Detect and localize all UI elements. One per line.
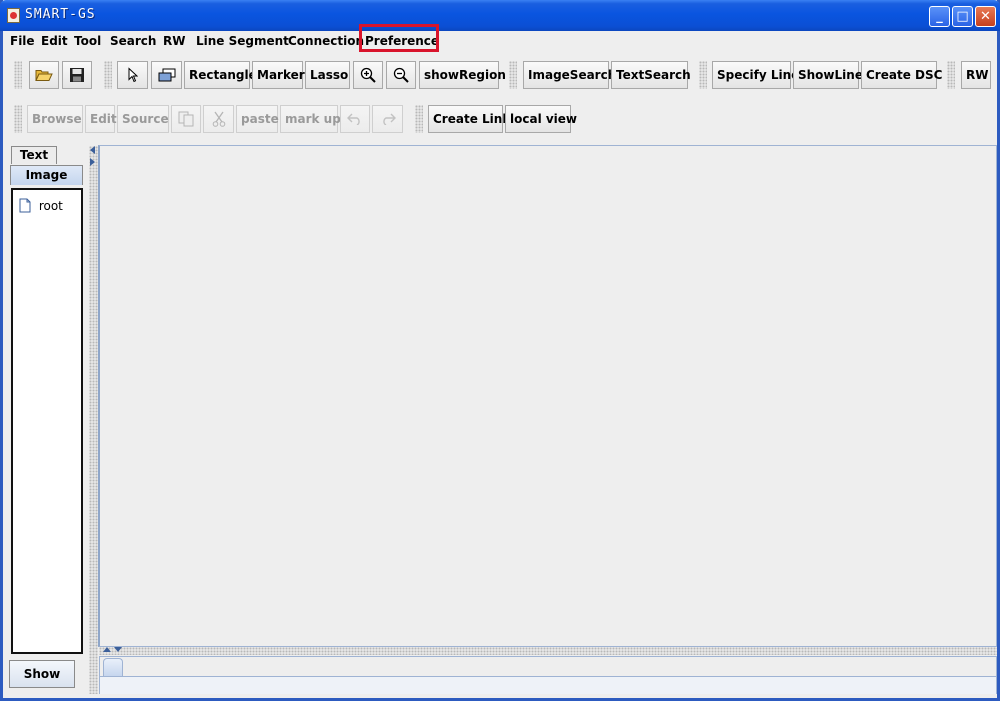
menu-line-segment[interactable]: Line Segment	[196, 34, 289, 48]
tab-image[interactable]: Image	[10, 165, 83, 185]
toolbar-grip[interactable]	[14, 105, 22, 133]
eraser-icon	[158, 68, 175, 82]
tree-view[interactable]: root	[11, 188, 83, 654]
undo-button[interactable]	[340, 105, 370, 133]
open-button[interactable]	[29, 61, 59, 89]
rectangle-button[interactable]: Rectangle	[184, 61, 257, 89]
toolbar-grip[interactable]	[699, 61, 707, 89]
show-button[interactable]: Show	[9, 660, 75, 688]
image-canvas-area[interactable]	[98, 145, 997, 647]
menu-edit[interactable]: Edit	[41, 34, 68, 48]
collapse-left-icon	[90, 146, 95, 154]
window-title: SMART-GS	[25, 7, 96, 22]
collapse-down-icon	[114, 647, 122, 652]
floppy-save-icon	[70, 68, 84, 82]
tab-text[interactable]: Text	[11, 146, 57, 164]
menu-rw[interactable]: RW	[163, 34, 185, 48]
zoom-out-icon	[393, 67, 409, 83]
zoom-in-icon	[360, 67, 376, 83]
left-panel: Text Image root	[9, 146, 89, 694]
rw-button[interactable]: RW	[961, 61, 991, 89]
toolbar-secondary: Browse Edit Source paste mark up Create …	[3, 102, 997, 138]
marker-button[interactable]: Marker	[252, 61, 305, 89]
toolbar-grip[interactable]	[104, 61, 112, 89]
copy-icon	[178, 111, 194, 127]
toolbar-grip[interactable]	[415, 105, 423, 133]
minimize-button[interactable]: _	[929, 6, 950, 27]
source-button[interactable]: Source	[117, 105, 169, 133]
bottom-content	[100, 676, 996, 694]
arrow-pointer-icon	[128, 67, 138, 83]
browse-button[interactable]: Browse	[27, 105, 83, 133]
menu-search[interactable]: Search	[110, 34, 156, 48]
folder-open-icon	[35, 70, 53, 81]
bottom-panel	[99, 656, 997, 694]
app-window: SMART-GS _ □ ✕ File Edit Tool Search RW …	[0, 0, 1000, 701]
expand-right-icon	[90, 158, 95, 166]
toolbar-grip[interactable]	[14, 61, 22, 89]
create-dsc-button[interactable]: Create DSC	[861, 61, 942, 89]
cut-button[interactable]	[203, 105, 234, 133]
text-search-button[interactable]: TextSearch	[611, 61, 691, 89]
title-bar[interactable]: SMART-GS _ □ ✕	[0, 0, 1000, 31]
close-button[interactable]: ✕	[975, 6, 996, 27]
undo-icon	[347, 113, 360, 125]
copy-button[interactable]	[171, 105, 201, 133]
specify-line-button[interactable]: Specify Line	[712, 61, 799, 89]
tree-item-root[interactable]: root	[19, 198, 63, 213]
menu-connection[interactable]: Connection	[288, 34, 364, 48]
maximize-button[interactable]: □	[952, 6, 973, 27]
paste-button[interactable]: paste	[236, 105, 279, 133]
file-icon	[19, 198, 31, 213]
preference-highlight-box	[359, 24, 439, 52]
collapse-up-icon	[103, 647, 111, 652]
bottom-tab[interactable]	[103, 658, 123, 676]
save-button[interactable]	[62, 61, 92, 89]
lasso-button[interactable]: Lasso	[305, 61, 350, 89]
redo-button[interactable]	[372, 105, 403, 133]
horizontal-splitter[interactable]	[99, 647, 997, 655]
menu-tool[interactable]: Tool	[74, 34, 101, 48]
tree-item-label: root	[38, 199, 63, 213]
edit-button[interactable]: Edit	[85, 105, 117, 133]
eraser-button[interactable]	[151, 61, 182, 89]
show-line-button[interactable]: ShowLine	[793, 61, 863, 89]
select-button[interactable]	[117, 61, 148, 89]
redo-icon	[382, 113, 396, 125]
show-region-button[interactable]: showRegion	[419, 61, 506, 89]
scissors-icon	[212, 111, 225, 127]
java-app-icon	[7, 8, 20, 23]
vertical-splitter[interactable]	[89, 146, 98, 694]
toolbar-main: Rectangle Marker Lasso showRegion ImageS…	[3, 57, 997, 93]
toolbar-grip[interactable]	[509, 61, 517, 89]
toolbar-grip[interactable]	[947, 61, 955, 89]
menu-file[interactable]: File	[10, 34, 35, 48]
local-view-button[interactable]: local view	[505, 105, 577, 133]
image-search-button[interactable]: ImageSearch	[523, 61, 616, 89]
menu-bar: File Edit Tool Search RW Line Segment Co…	[3, 31, 997, 53]
zoom-in-button[interactable]	[353, 61, 383, 89]
create-link-button[interactable]: Create Link	[428, 105, 510, 133]
mark-up-button[interactable]: mark up	[280, 105, 341, 133]
zoom-out-button[interactable]	[386, 61, 416, 89]
